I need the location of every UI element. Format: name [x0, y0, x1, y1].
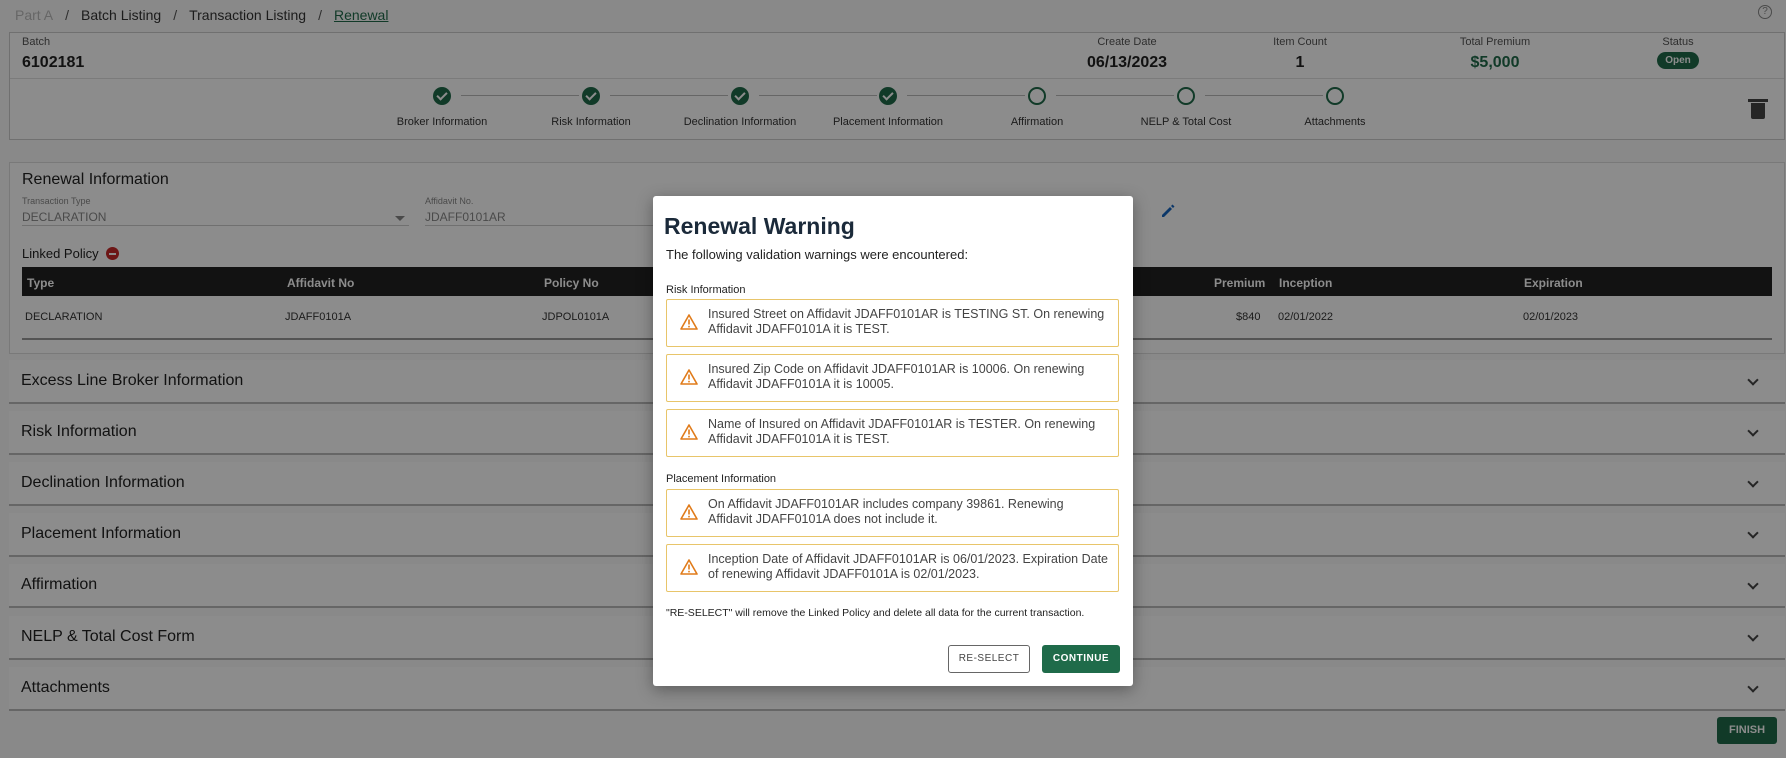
reselect-button[interactable]: RE-SELECT [948, 645, 1030, 673]
warning-icon [680, 424, 698, 440]
warning-text: Inception Date of Affidavit JDAFF0101AR … [708, 552, 1108, 581]
warning-text: On Affidavit JDAFF0101AR includes compan… [708, 497, 1064, 526]
warning-item: Name of Insured on Affidavit JDAFF0101AR… [666, 409, 1119, 457]
placement-section-heading: Placement Information [666, 473, 777, 485]
dialog-subtitle: The following validation warnings were e… [666, 247, 969, 262]
warning-item: On Affidavit JDAFF0101AR includes compan… [666, 489, 1119, 537]
reselect-note: "RE-SELECT" will remove the Linked Polic… [666, 607, 1085, 619]
warning-icon [680, 314, 698, 330]
risk-section-heading: Risk Information [666, 284, 746, 296]
warning-item: Insured Zip Code on Affidavit JDAFF0101A… [666, 354, 1119, 402]
warning-text: Name of Insured on Affidavit JDAFF0101AR… [708, 417, 1096, 446]
warning-icon [680, 369, 698, 385]
renewal-warning-dialog: Renewal Warning The following validation… [653, 196, 1133, 686]
warning-item: Insured Street on Affidavit JDAFF0101AR … [666, 299, 1119, 347]
continue-button[interactable]: CONTINUE [1042, 645, 1120, 673]
warning-item: Inception Date of Affidavit JDAFF0101AR … [666, 544, 1119, 592]
warning-icon [680, 504, 698, 520]
dialog-title: Renewal Warning [664, 213, 855, 239]
warning-text: Insured Zip Code on Affidavit JDAFF0101A… [708, 362, 1085, 391]
warning-icon [680, 559, 698, 575]
warning-text: Insured Street on Affidavit JDAFF0101AR … [708, 307, 1105, 336]
